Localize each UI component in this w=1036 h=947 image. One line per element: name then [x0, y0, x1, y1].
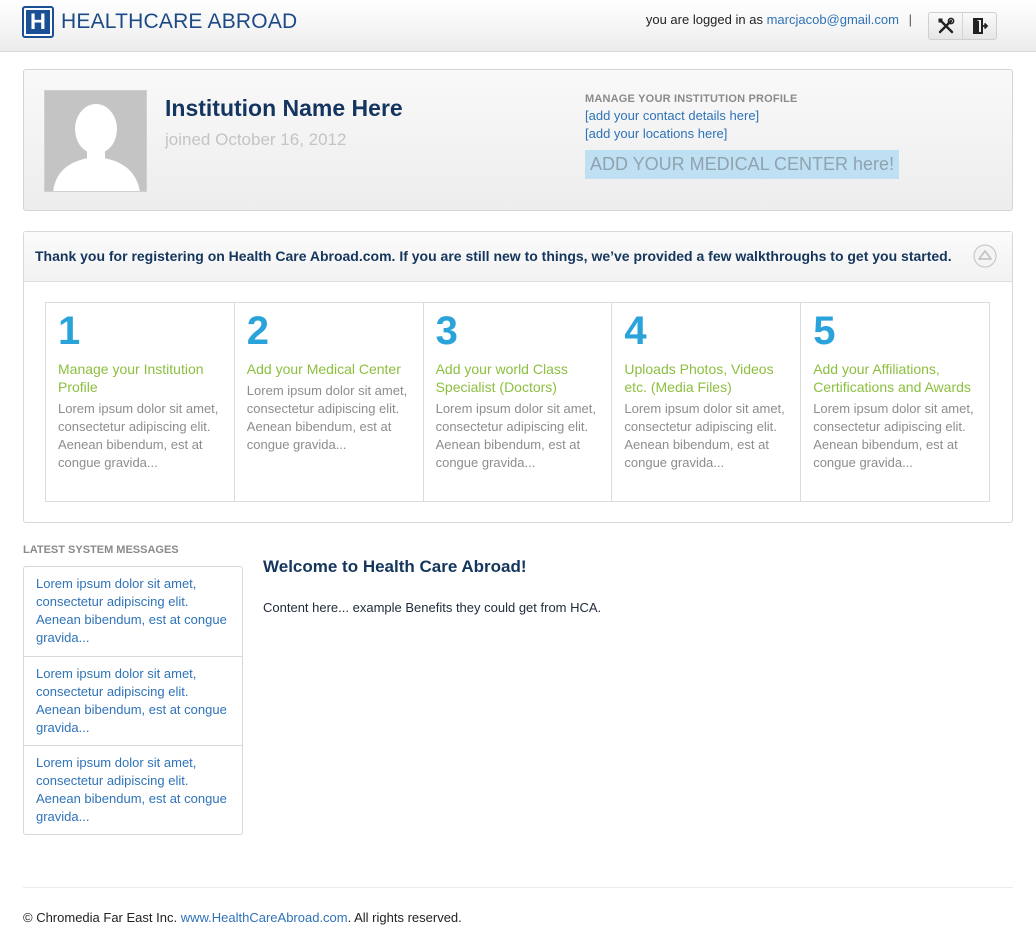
walkthrough-message: Thank you for registering on Health Care… — [35, 248, 952, 264]
login-info: you are logged in as marcjacob@gmail.com… — [646, 12, 912, 27]
step-description: Lorem ipsum dolor sit amet, consectetur … — [813, 401, 974, 470]
welcome-title: Welcome to Health Care Abroad! — [263, 557, 527, 576]
institution-profile-panel: Institution Name Here joined October 16,… — [23, 69, 1013, 211]
system-message-link[interactable]: Lorem ipsum dolor sit amet, consectetur … — [24, 745, 242, 834]
step-number: 2 — [246, 309, 270, 353]
collapse-arrow-icon[interactable] — [973, 244, 997, 268]
step-title[interactable]: Add your world Class Specialist (Doctors… — [436, 360, 600, 396]
settings-button[interactable] — [929, 13, 962, 39]
walkthrough-panel: Thank you for registering on Health Care… — [23, 231, 1013, 523]
step-title[interactable]: Uploads Photos, Videos etc. (Media Files… — [624, 360, 788, 396]
walkthrough-step[interactable]: 5 Add your Affiliations, Certifications … — [800, 303, 989, 501]
step-title[interactable]: Add your Affiliations, Certifications an… — [813, 360, 977, 396]
step-title[interactable]: Manage your Institution Profile — [58, 360, 222, 396]
step-number: 4 — [624, 309, 647, 353]
welcome-body: Content here... example Benefits they co… — [263, 600, 602, 615]
step-title[interactable]: Add your Medical Center — [247, 360, 411, 378]
walkthrough-step[interactable]: 3 Add your world Class Specialist (Docto… — [422, 303, 612, 501]
footer: © Chromedia Far East Inc. www.HealthCare… — [23, 910, 462, 925]
footer-site-link[interactable]: www.HealthCareAbroad.com — [181, 910, 348, 925]
logout-icon — [972, 18, 988, 34]
logged-in-label: you are logged in as — [645, 12, 763, 27]
logout-button[interactable] — [962, 13, 996, 39]
step-description: Lorem ipsum dolor sit amet, consectetur … — [435, 401, 596, 470]
avatar — [44, 90, 147, 192]
step-number: 1 — [58, 309, 81, 353]
logo-text: HEALTHCARE ABROAD — [61, 10, 298, 33]
step-description: Lorem ipsum dolor sit amet, consectetur … — [246, 383, 408, 452]
step-description: Lorem ipsum dolor sit amet, consectetur … — [624, 401, 785, 470]
rights-text: . All rights reserved. — [347, 910, 462, 925]
walkthrough-step[interactable]: 4 Uploads Photos, Videos etc. (Media Fil… — [611, 303, 800, 501]
walkthrough-step[interactable]: 1 Manage your Institution Profile Lorem … — [46, 303, 234, 501]
logo-mark: H — [22, 6, 54, 38]
walkthrough-header: Thank you for registering on Health Care… — [24, 232, 1012, 282]
footer-divider — [23, 887, 1013, 888]
system-messages-title: LATEST SYSTEM MESSAGES — [23, 544, 179, 556]
step-description: Lorem ipsum dolor sit amet, consectetur … — [58, 401, 219, 470]
manage-profile-title: MANAGE YOUR INSTITUTION PROFILE — [585, 93, 798, 105]
system-message-link[interactable]: Lorem ipsum dolor sit amet, consectetur … — [24, 567, 242, 656]
header-tool-buttons — [928, 12, 997, 40]
tools-icon — [938, 17, 954, 34]
top-bar: H HEALTHCARE ABROAD you are logged in as… — [0, 0, 1036, 52]
joined-date: joined October 16, 2012 — [165, 130, 347, 149]
person-silhouette-icon — [53, 104, 140, 191]
copyright-text: © Chromedia Far East Inc. — [23, 910, 178, 925]
add-locations-link[interactable]: [add your locations here] — [585, 126, 899, 141]
step-number: 5 — [813, 309, 836, 353]
walkthrough-step[interactable]: 2 Add your Medical Center Lorem ipsum do… — [233, 303, 423, 501]
walkthrough-steps: 1 Manage your Institution Profile Lorem … — [45, 302, 990, 502]
header-separator: | — [908, 12, 912, 27]
logo-letter: H — [26, 10, 50, 34]
system-message-link[interactable]: Lorem ipsum dolor sit amet, consectetur … — [24, 656, 242, 745]
step-number: 3 — [435, 309, 458, 353]
site-logo[interactable]: H HEALTHCARE ABROAD — [22, 6, 297, 38]
system-messages-list: Lorem ipsum dolor sit amet, consectetur … — [23, 566, 243, 835]
institution-name: Institution Name Here — [165, 95, 403, 121]
user-email-link[interactable]: marcjacob@gmail.com — [767, 12, 899, 27]
add-contact-details-link[interactable]: [add your contact details here] — [585, 108, 899, 123]
add-medical-center-button[interactable]: ADD YOUR MEDICAL CENTER here! — [585, 150, 900, 179]
manage-profile-section: MANAGE YOUR INSTITUTION PROFILE [add you… — [585, 93, 900, 179]
